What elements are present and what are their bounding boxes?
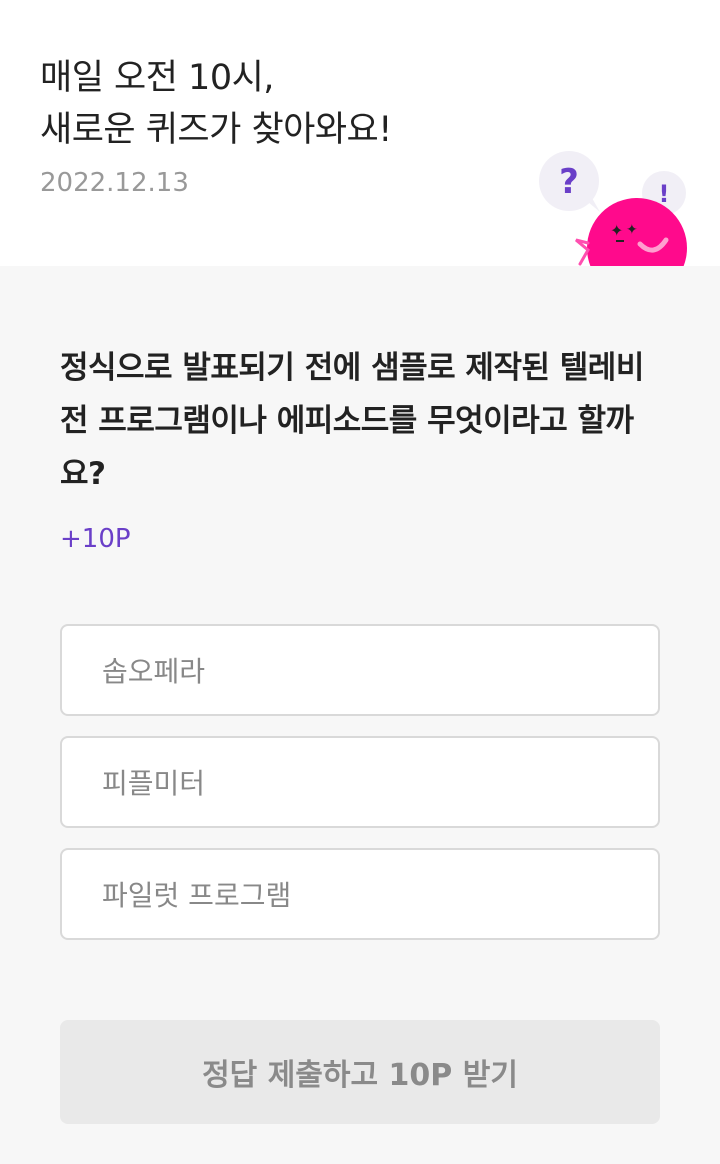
answer-option-3[interactable]: 파일럿 프로그램 xyxy=(60,848,660,940)
answer-options: 솝오페라 피플미터 파일럿 프로그램 xyxy=(60,624,660,960)
answer-option-1[interactable]: 솝오페라 xyxy=(60,624,660,716)
quiz-date: 2022.12.13 xyxy=(40,168,189,198)
quiz-header: 매일 오전 10시, 새로운 퀴즈가 찾아와요! 2022.12.13 ? ! … xyxy=(0,0,720,266)
question-mark: ? xyxy=(559,162,579,202)
mascot-icon: ? ! ✦ ✦ xyxy=(539,151,687,266)
svg-text:✦: ✦ xyxy=(610,221,623,240)
submit-answer-button[interactable]: 정답 제출하고 10P 받기 xyxy=(60,1020,660,1124)
quiz-question: 정식으로 발표되기 전에 샘플로 제작된 텔레비전 프로그램이나 에피소드를 무… xyxy=(60,350,644,492)
quiz-body: 정식으로 발표되기 전에 샘플로 제작된 텔레비전 프로그램이나 에피소드를 무… xyxy=(0,266,720,1164)
answer-option-2[interactable]: 피플미터 xyxy=(60,736,660,828)
answer-option-label: 솝오페라 xyxy=(102,655,206,688)
page-title-line-1: 매일 오전 10시, xyxy=(40,58,274,98)
page-title: 매일 오전 10시, 새로운 퀴즈가 찾아와요! xyxy=(40,52,392,156)
answer-option-label: 파일럿 프로그램 xyxy=(102,879,292,912)
points-badge: +10P xyxy=(60,524,131,554)
answer-option-label: 피플미터 xyxy=(102,767,206,800)
svg-text:✦: ✦ xyxy=(626,222,638,238)
page-title-line-2: 새로운 퀴즈가 찾아와요! xyxy=(40,110,392,150)
